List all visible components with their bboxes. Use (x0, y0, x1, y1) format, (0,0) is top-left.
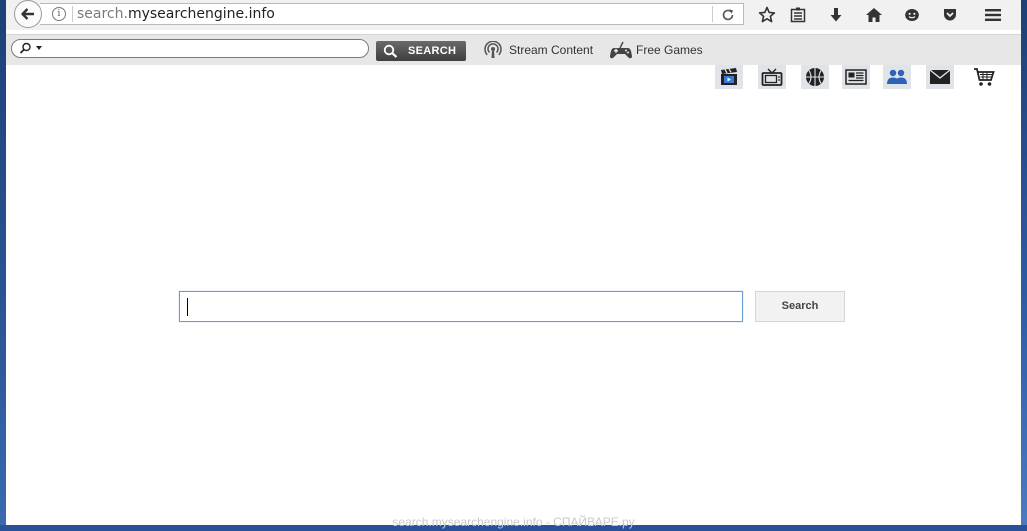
free-games-link[interactable]: Free Games (636, 43, 703, 57)
cart-icon[interactable] (970, 65, 998, 89)
toolbar-search-button-label: SEARCH (408, 45, 457, 57)
reload-icon[interactable] (720, 7, 736, 23)
stream-content-link[interactable]: Stream Content (509, 43, 593, 57)
chevron-down-icon[interactable] (36, 46, 42, 50)
main-search-input[interactable] (179, 291, 743, 322)
main-search-button[interactable]: Search (755, 291, 845, 322)
basketball-icon[interactable] (801, 65, 829, 89)
stream-icon[interactable] (484, 41, 502, 59)
url-domain: mysearchengine.info (127, 6, 275, 22)
pocket-icon[interactable] (939, 4, 961, 26)
browser-window: i search.mysearchengine.info SEARCH Stre… (6, 0, 1021, 525)
toolbar-search-button[interactable]: SEARCH (376, 41, 466, 61)
news-icon[interactable] (842, 65, 870, 89)
reload-separator (712, 6, 713, 22)
magnifier-icon (19, 42, 31, 54)
url-bar[interactable]: i search.mysearchengine.info (40, 3, 744, 25)
reading-list-icon[interactable] (787, 4, 809, 26)
url-prefix: search. (77, 6, 128, 22)
back-arrow-icon (21, 8, 34, 20)
people-icon[interactable] (883, 65, 911, 89)
back-button[interactable] (14, 0, 42, 28)
text-caret (187, 298, 188, 316)
search-toolbar: SEARCH Stream Content Free Games (6, 34, 1021, 65)
mail-icon[interactable] (926, 65, 954, 89)
smiley-icon[interactable] (901, 4, 923, 26)
menu-icon[interactable] (982, 4, 1004, 26)
tv-icon[interactable] (758, 65, 786, 89)
toolbar-search-input[interactable] (11, 39, 369, 58)
home-icon[interactable] (863, 4, 885, 26)
navigation-bar: i search.mysearchengine.info (6, 0, 1021, 30)
video-icon[interactable] (715, 65, 743, 89)
site-info-icon[interactable]: i (52, 7, 66, 21)
url-separator (72, 6, 73, 22)
download-icon[interactable] (825, 4, 847, 26)
search-icon (383, 44, 398, 58)
url-text[interactable]: search.mysearchengine.info (77, 6, 275, 22)
watermark-text: search.mysearchengine.info - СПАЙВАРЕ.ру (392, 515, 635, 529)
bookmark-star-icon[interactable] (756, 4, 778, 26)
gamepad-icon[interactable] (609, 40, 633, 60)
